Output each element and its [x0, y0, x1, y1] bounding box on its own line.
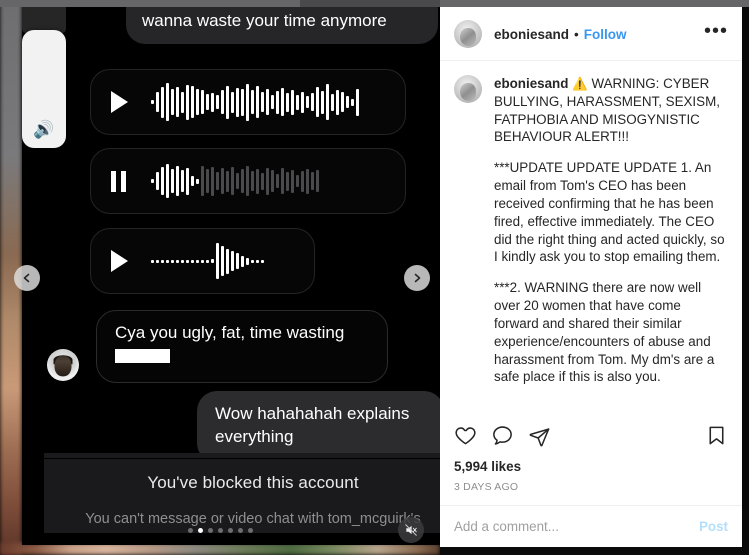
heart-icon: [455, 427, 476, 445]
comment-bubble-icon: [493, 426, 512, 445]
play-icon[interactable]: [111, 250, 141, 272]
caption-paragraph-3: ***2. WARNING there are now well over 20…: [494, 280, 715, 385]
post-author-username[interactable]: eboniesand: [494, 27, 569, 42]
speaker-muted-icon: [405, 524, 417, 536]
follow-button[interactable]: Follow: [584, 27, 627, 42]
comment-input[interactable]: [454, 519, 699, 534]
media-pane[interactable]: wanna waste your time anymore Cya you ug…: [0, 0, 440, 555]
more-options-button[interactable]: •••: [704, 21, 728, 42]
carousel-dot[interactable]: [187, 528, 193, 533]
carousel-prev-button[interactable]: [14, 265, 40, 291]
like-button[interactable]: [454, 424, 477, 452]
carousel-dots: [0, 528, 440, 533]
audio-waveform-1[interactable]: [151, 77, 359, 127]
post-timestamp: 3 DAYS AGO: [454, 481, 519, 493]
chat-bubble-cya-text: Cya you ugly, fat, time wasting: [115, 323, 345, 342]
like-count[interactable]: 5,994 likes: [440, 452, 742, 474]
chat-screenshot-frame: wanna waste your time anymore Cya you ug…: [22, 7, 440, 545]
blocked-title: You've blocked this account: [147, 473, 359, 492]
share-button[interactable]: [528, 424, 551, 452]
comment-button[interactable]: [491, 424, 514, 452]
chrome-seam: [300, 0, 440, 7]
post-header: eboniesand • Follow •••: [440, 7, 742, 61]
redaction-bar: [115, 348, 170, 363]
post-sidebar: eboniesand • Follow ••• eboniesand ⚠️ WA…: [440, 0, 749, 555]
carousel-dot[interactable]: [237, 528, 243, 533]
speaker-volume-icon: 🔊: [33, 120, 55, 139]
warning-icon: ⚠️: [572, 77, 588, 91]
caption-area: eboniesand ⚠️ WARNING: CYBER BULLYING, H…: [440, 61, 742, 415]
carousel-dot[interactable]: [247, 528, 253, 533]
chat-bubble-clipped-top: wanna waste your time anymore: [126, 7, 438, 45]
chevron-right-icon: [414, 273, 421, 283]
blocked-subtitle: You can't message or video chat with tom…: [85, 511, 421, 527]
audio-waveform-3[interactable]: [151, 236, 264, 286]
action-bar: [440, 415, 742, 452]
blocked-account-notice: You've blocked this account You can't me…: [44, 453, 440, 533]
audio-message-3[interactable]: [90, 228, 315, 294]
caption-author-username[interactable]: eboniesand: [494, 76, 568, 91]
caption-text: eboniesand ⚠️ WARNING: CYBER BULLYING, H…: [494, 75, 728, 386]
audio-waveform-2[interactable]: [151, 156, 319, 206]
chat-bubble-clipped-text: wanna waste your time anymore: [142, 11, 387, 30]
pause-icon[interactable]: [111, 170, 141, 192]
save-button[interactable]: [705, 424, 728, 452]
volume-hud: 🔊: [22, 30, 66, 148]
avatar[interactable]: [454, 20, 482, 48]
chevron-left-icon: [23, 273, 30, 283]
bookmark-icon: [709, 426, 724, 445]
comment-bar: Post: [440, 505, 742, 547]
play-icon[interactable]: [111, 91, 141, 113]
carousel-dot[interactable]: [207, 528, 213, 533]
browser-chrome-strip: [0, 0, 749, 7]
blocked-divider: [44, 458, 440, 459]
mute-toggle-button[interactable]: [398, 517, 424, 543]
carousel-dot[interactable]: [217, 528, 223, 533]
chat-bubble-wow-text: Wow hahahahah explains everything: [215, 404, 410, 446]
separator-dot: •: [574, 26, 579, 42]
share-paper-plane-icon: [529, 428, 550, 447]
clipped-text-row: [142, 7, 422, 10]
carousel-dot[interactable]: [227, 528, 233, 533]
audio-message-2[interactable]: [90, 148, 406, 214]
caption-paragraph-2: ***UPDATE UPDATE UPDATE 1. An email from…: [494, 160, 725, 265]
avatar: [47, 349, 79, 381]
post-comment-button[interactable]: Post: [699, 519, 728, 534]
chat-bubble-cya: Cya you ugly, fat, time wasting: [96, 310, 388, 383]
carousel-next-button[interactable]: [404, 265, 430, 291]
avatar[interactable]: [454, 75, 482, 103]
audio-message-1[interactable]: [90, 69, 406, 135]
carousel-dot-active[interactable]: [197, 528, 203, 533]
instagram-post-viewer: wanna waste your time anymore Cya you ug…: [0, 0, 749, 555]
